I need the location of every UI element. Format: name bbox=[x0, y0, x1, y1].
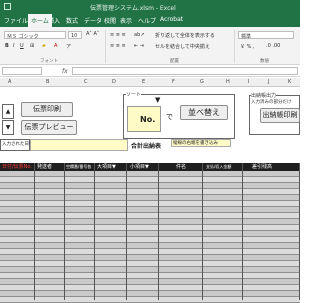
column-header[interactable]: C bbox=[84, 79, 88, 85]
tab-data[interactable]: データ bbox=[84, 16, 102, 25]
sort-group-label: ソート bbox=[126, 91, 142, 98]
tab-file[interactable]: ファイル bbox=[4, 16, 28, 25]
save-icon[interactable] bbox=[4, 3, 11, 10]
align-left-icon[interactable]: ≡ ≡ ≡ bbox=[110, 43, 126, 49]
font-group-label: フォント bbox=[40, 59, 58, 64]
output-group-label: 出納帳出力 bbox=[251, 92, 277, 99]
header-minor-item[interactable]: 小項目▼ bbox=[130, 163, 149, 171]
header-amount[interactable]: 支払/収入金額 bbox=[206, 163, 231, 171]
ribbon: ＭＳ ゴシック 10 A˄ A˅ B I U ⊞ ▰ A ア フォント ≡ ≡ … bbox=[0, 27, 300, 65]
sort-dropdown-icon[interactable]: ▼ bbox=[155, 96, 160, 104]
decimal-icon[interactable]: .0 .00 bbox=[266, 43, 280, 49]
grid-divider bbox=[242, 163, 243, 300]
formula-input[interactable] bbox=[72, 67, 298, 75]
tab-review[interactable]: 校閲 bbox=[104, 16, 116, 25]
grid-divider bbox=[94, 163, 95, 300]
header-subject[interactable]: 件名 bbox=[176, 163, 186, 171]
currency-icon[interactable]: ￥ % , bbox=[240, 43, 255, 50]
title-bar: 伝票管理システム.xlsm - Excel bbox=[0, 0, 300, 13]
preview-slip-button[interactable]: 伝票プレビュー bbox=[21, 120, 77, 135]
output-hint: 入力済みの部分だけ bbox=[251, 99, 292, 105]
formula-bar: fx bbox=[0, 66, 300, 77]
column-headers: A B C D E F G H I J K bbox=[0, 78, 300, 87]
column-header[interactable]: I bbox=[248, 79, 249, 85]
merge-center-button[interactable]: セルを結合して中央揃え bbox=[155, 43, 210, 50]
border-icon[interactable]: ⊞ bbox=[30, 43, 34, 49]
grid-divider bbox=[299, 163, 300, 300]
ribbon-divider bbox=[234, 30, 235, 63]
print-slip-button[interactable]: 伝票印刷 bbox=[21, 102, 73, 117]
column-header[interactable]: K bbox=[288, 79, 291, 85]
column-header[interactable]: A bbox=[8, 79, 11, 85]
tab-insert[interactable]: 挿入 bbox=[48, 16, 60, 25]
scroll-up-icon[interactable]: ▲ bbox=[2, 104, 14, 119]
underline-icon[interactable]: U bbox=[20, 43, 24, 49]
name-box[interactable] bbox=[2, 67, 42, 75]
italic-icon[interactable]: I bbox=[13, 43, 14, 49]
header-number[interactable]: 空欄番/番号各 bbox=[66, 163, 91, 171]
font-name-select[interactable]: ＭＳ ゴシック bbox=[4, 31, 66, 40]
tab-view[interactable]: 表示 bbox=[120, 16, 132, 25]
grid-divider bbox=[202, 163, 203, 300]
phonetic-icon[interactable]: ア bbox=[66, 43, 71, 50]
number-group-label: 数値 bbox=[260, 59, 269, 64]
grow-font-icon[interactable]: A˄ A˅ bbox=[86, 31, 99, 37]
column-header[interactable]: G bbox=[200, 79, 204, 85]
font-size-select[interactable]: 10 bbox=[68, 31, 82, 39]
sort-button[interactable]: 並べ替え bbox=[180, 105, 228, 120]
fill-color-icon[interactable]: ▰ bbox=[42, 43, 46, 49]
number-format-select[interactable]: 標準 bbox=[238, 31, 294, 40]
header-date[interactable]: 日付/伝票No. bbox=[2, 163, 32, 171]
ledger-rows[interactable] bbox=[0, 171, 300, 303]
total-note-box[interactable]: 縦線の右端を書き込み bbox=[171, 139, 231, 147]
align-group-label: 配置 bbox=[170, 59, 179, 64]
column-header[interactable]: F bbox=[172, 79, 175, 85]
header-major-item[interactable]: 大項目▼ bbox=[97, 163, 116, 171]
ribbon-tabs: ファイル ホーム 挿入 数式 データ 校閲 表示 ヘルプ Acrobat bbox=[0, 13, 300, 27]
column-header[interactable]: B bbox=[46, 79, 49, 85]
table-row[interactable] bbox=[0, 297, 300, 303]
grid-divider bbox=[64, 163, 65, 300]
grid-divider bbox=[34, 163, 35, 300]
sort-key-field[interactable]: No. bbox=[127, 106, 161, 132]
column-header[interactable]: D bbox=[112, 79, 116, 85]
tab-formulas[interactable]: 数式 bbox=[66, 16, 78, 25]
sort-by-label: で bbox=[166, 113, 173, 121]
align-top-icon[interactable]: ≡ ≡ ≡ bbox=[110, 32, 126, 38]
tab-acrobat[interactable]: Acrobat bbox=[160, 16, 183, 23]
scroll-down-icon[interactable]: ▼ bbox=[2, 120, 14, 135]
grid-divider bbox=[158, 163, 159, 300]
fx-icon[interactable]: fx bbox=[62, 68, 68, 75]
indent-icon[interactable]: ⇤ ⇥ bbox=[134, 43, 144, 49]
header-balance[interactable]: 差引残高 bbox=[252, 163, 272, 171]
column-header[interactable]: H bbox=[226, 79, 230, 85]
date-label-box: 入力された日付 bbox=[0, 139, 34, 151]
bold-icon[interactable]: B bbox=[5, 43, 9, 49]
column-header[interactable]: E bbox=[142, 79, 145, 85]
table-header: 日付/伝票No. 発送者 空欄番/番号各 大項目▼ 小項目▼ 件名 支払/収入金… bbox=[0, 163, 300, 171]
window-title: 伝票管理システム.xlsm - Excel bbox=[90, 5, 176, 12]
font-color-icon[interactable]: A bbox=[54, 43, 57, 49]
date-input[interactable] bbox=[30, 139, 128, 151]
column-header[interactable]: J bbox=[268, 79, 269, 85]
wrap-text-button[interactable]: 折り返して全体を表示する bbox=[155, 32, 215, 39]
tab-help[interactable]: ヘルプ bbox=[138, 16, 156, 25]
ribbon-divider bbox=[105, 30, 106, 63]
orientation-icon[interactable]: ab↗ bbox=[134, 32, 144, 38]
print-ledger-button[interactable]: 出納帳印刷 bbox=[260, 108, 300, 123]
header-sender[interactable]: 発送者 bbox=[37, 163, 52, 171]
grid-divider bbox=[126, 163, 127, 300]
total-ledger-label: 合計出納表 bbox=[131, 143, 162, 150]
